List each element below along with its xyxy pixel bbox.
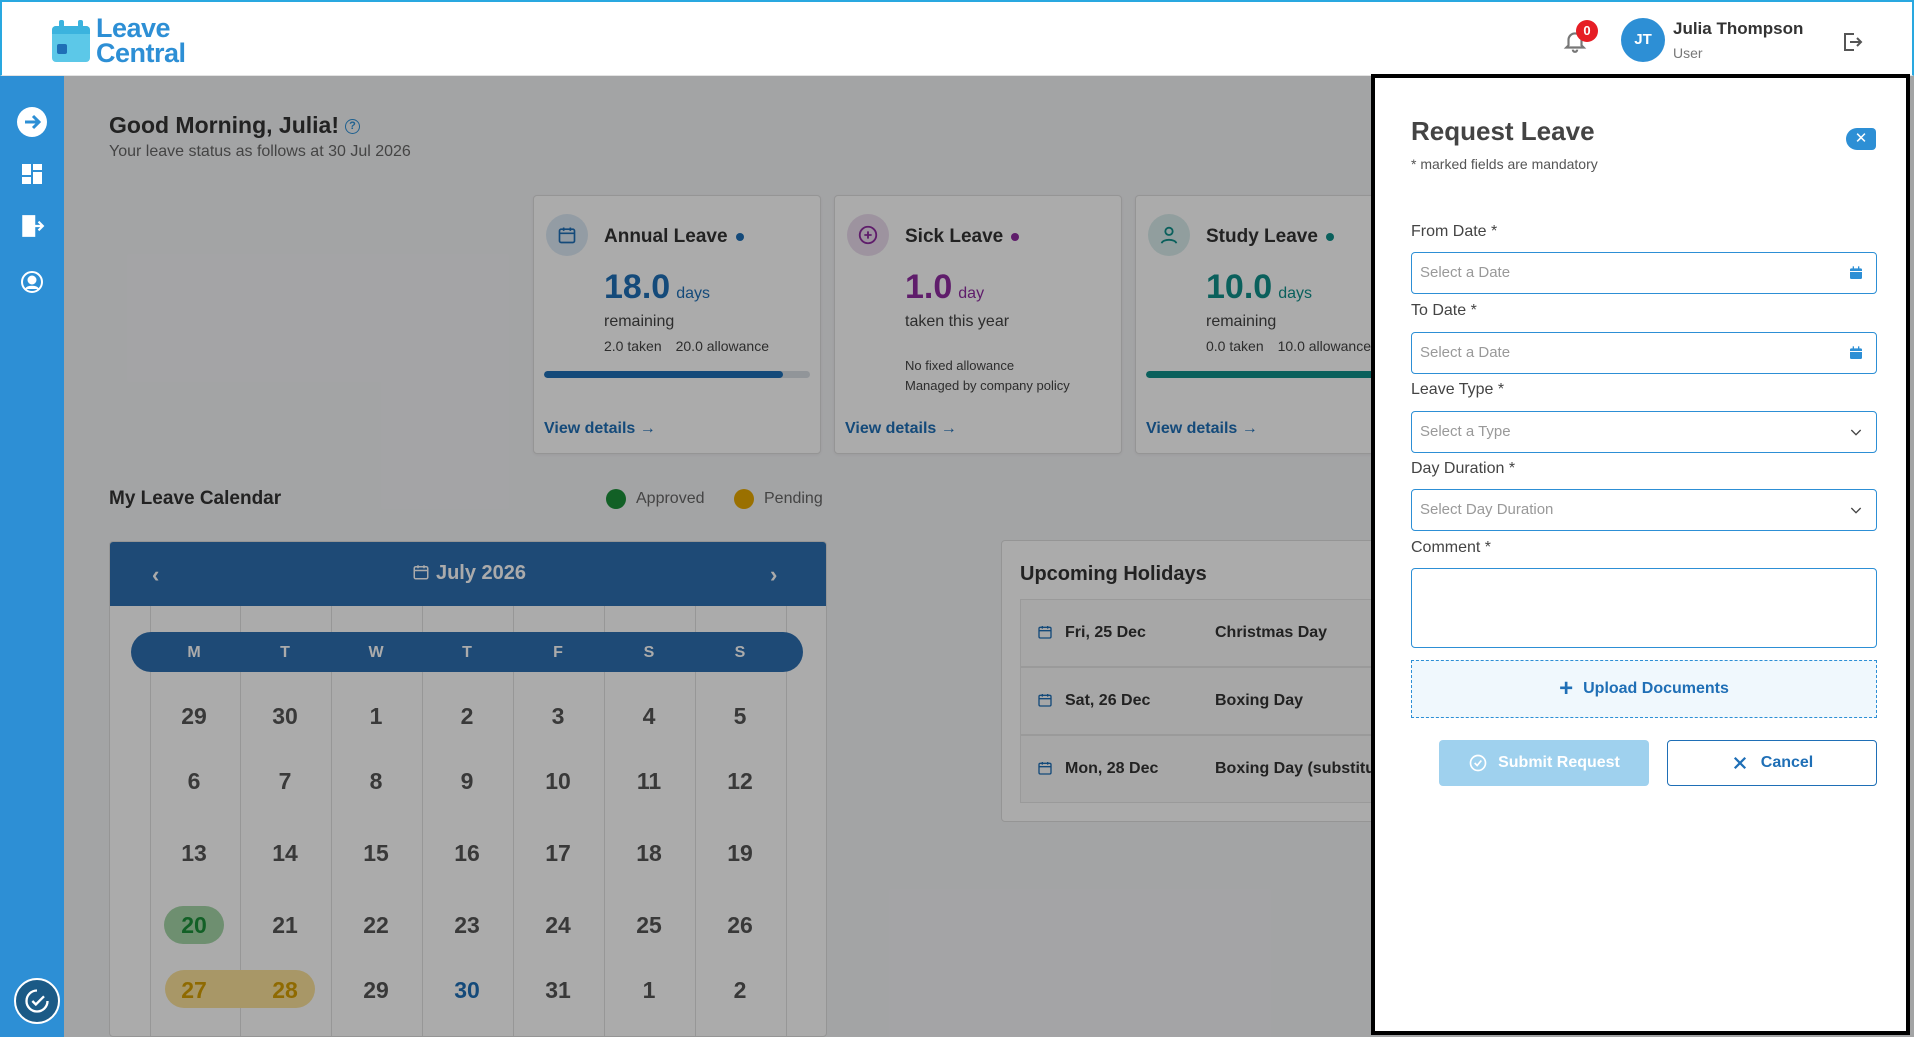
- plus-icon: +: [1559, 675, 1574, 702]
- comment-label: Comment *: [1411, 539, 1492, 556]
- close-icon: [1733, 756, 1746, 770]
- logo-text: Leave Central: [96, 13, 186, 68]
- to-date-input[interactable]: Select a Date: [1411, 332, 1877, 374]
- dashboard-icon[interactable]: [16, 158, 48, 190]
- leave-request-icon[interactable]: [16, 210, 48, 242]
- logout-icon[interactable]: [1840, 30, 1864, 54]
- notification-badge: 0: [1576, 20, 1598, 42]
- calendar-icon[interactable]: [1848, 265, 1864, 281]
- profile-icon[interactable]: [16, 266, 48, 298]
- sidebar: [0, 76, 64, 1037]
- drawer-subtitle: * marked fields are mandatory: [1411, 156, 1598, 172]
- drawer-title: Request Leave: [1411, 116, 1595, 146]
- to-date-label: To Date *: [1411, 302, 1477, 319]
- cancel-button[interactable]: Cancel: [1667, 740, 1877, 786]
- top-header: Leave Central 0 JT Julia Thompson User: [0, 0, 1914, 76]
- avatar[interactable]: JT: [1621, 18, 1665, 62]
- request-leave-drawer: Request Leave * marked fields are mandat…: [1371, 74, 1910, 1035]
- comment-textarea[interactable]: [1411, 568, 1877, 648]
- upload-documents-button[interactable]: + Upload Documents: [1411, 660, 1877, 718]
- chevron-down-icon[interactable]: [1848, 502, 1864, 518]
- day-duration-label: Day Duration *: [1411, 460, 1516, 477]
- user-name: Julia Thompson: [1673, 19, 1804, 38]
- submit-request-button[interactable]: Submit Request: [1439, 740, 1649, 786]
- user-role: User: [1673, 45, 1703, 61]
- accessibility-icon[interactable]: [14, 978, 60, 1024]
- close-icon[interactable]: ✕: [1846, 128, 1876, 150]
- leave-type-label: Leave Type *: [1411, 381, 1505, 398]
- check-circle-icon: [1469, 754, 1487, 772]
- expand-sidebar-icon[interactable]: [16, 106, 48, 138]
- day-duration-select[interactable]: Select Day Duration: [1411, 489, 1877, 531]
- calendar-icon[interactable]: [1848, 345, 1864, 361]
- app-logo[interactable]: Leave Central: [50, 13, 186, 68]
- calendar-logo-icon: [50, 18, 92, 64]
- from-date-label: From Date *: [1411, 223, 1498, 240]
- from-date-input[interactable]: Select a Date: [1411, 252, 1877, 294]
- leave-type-select[interactable]: Select a Type: [1411, 411, 1877, 453]
- chevron-down-icon[interactable]: [1848, 424, 1864, 440]
